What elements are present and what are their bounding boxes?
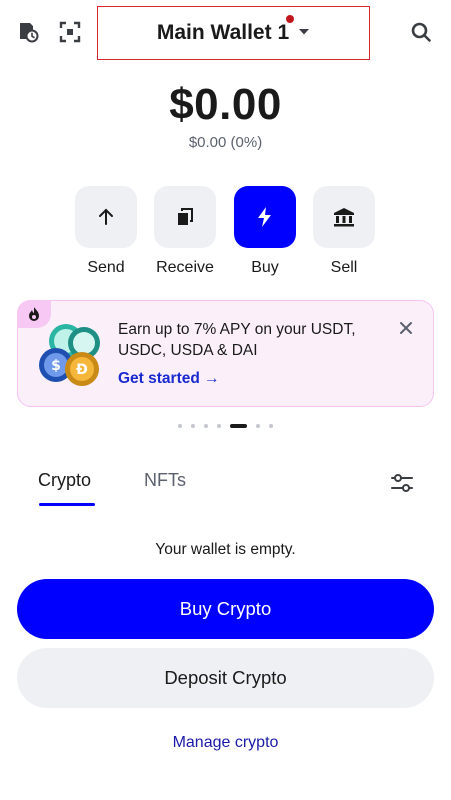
receive-label: Receive (156, 259, 214, 276)
sell-label: Sell (330, 259, 358, 276)
get-started-link[interactable]: Get started → (118, 370, 220, 388)
carousel-dot[interactable] (217, 424, 221, 428)
active-tab-indicator (39, 503, 95, 506)
wallet-selector[interactable]: Main Wallet 1 (97, 6, 370, 60)
balance-amount: $0.00 (169, 80, 282, 129)
promo-text: Earn up to 7% APY on your USDT, USDC, US… (118, 321, 356, 359)
carousel-dot[interactable] (269, 424, 273, 428)
carousel-dot[interactable] (256, 424, 260, 428)
search-icon[interactable] (408, 19, 434, 45)
tab-nfts[interactable]: NFTs (144, 470, 186, 491)
buy-crypto-button[interactable]: Buy Crypto (17, 579, 434, 639)
copy-icon (178, 208, 193, 225)
balance-change: $0.00 (0%) (188, 134, 263, 151)
close-icon[interactable] (399, 321, 413, 335)
send-label: Send (87, 259, 125, 276)
lightning-icon (258, 207, 271, 227)
carousel-dot[interactable] (204, 424, 208, 428)
carousel-dot[interactable] (191, 424, 195, 428)
buy-button-circle[interactable] (234, 186, 296, 248)
scan-qr-icon[interactable] (57, 19, 83, 45)
bank-icon (334, 208, 354, 227)
buy-button[interactable]: Buy (225, 186, 305, 277)
sell-button-circle[interactable] (313, 186, 375, 248)
stablecoins-icon: $ Đ (39, 324, 100, 386)
send-button-circle[interactable] (75, 186, 137, 248)
tab-crypto[interactable]: Crypto (38, 470, 91, 491)
deposit-crypto-button[interactable]: Deposit Crypto (17, 648, 434, 708)
wallet-name: Main Wallet 1 (157, 15, 295, 45)
buy-label: Buy (251, 259, 279, 276)
carousel-indicator (0, 424, 451, 428)
manage-crypto-link[interactable]: Manage crypto (0, 734, 451, 752)
asset-tabs: Crypto NFTs (0, 470, 451, 510)
top-bar: Main Wallet 1 (0, 0, 451, 64)
carousel-dot-active[interactable] (230, 424, 247, 428)
activity-icon[interactable] (15, 19, 41, 45)
empty-wallet-message: Your wallet is empty. (155, 541, 296, 558)
send-button[interactable]: Send (66, 186, 146, 277)
sell-button[interactable]: Sell (304, 186, 384, 277)
carousel-dot[interactable] (178, 424, 182, 428)
filter-sliders-icon[interactable] (390, 472, 414, 494)
notification-dot (286, 15, 295, 23)
arrow-up-icon (99, 208, 113, 225)
svg-text:Đ: Đ (76, 362, 88, 378)
promo-card[interactable]: $ Đ Earn up to 7% APY on your USDT, USDC… (17, 300, 434, 407)
caret-down-icon (299, 29, 310, 35)
receive-button-circle[interactable] (154, 186, 216, 248)
receive-button[interactable]: Receive (145, 186, 225, 277)
svg-text:$: $ (51, 358, 61, 374)
